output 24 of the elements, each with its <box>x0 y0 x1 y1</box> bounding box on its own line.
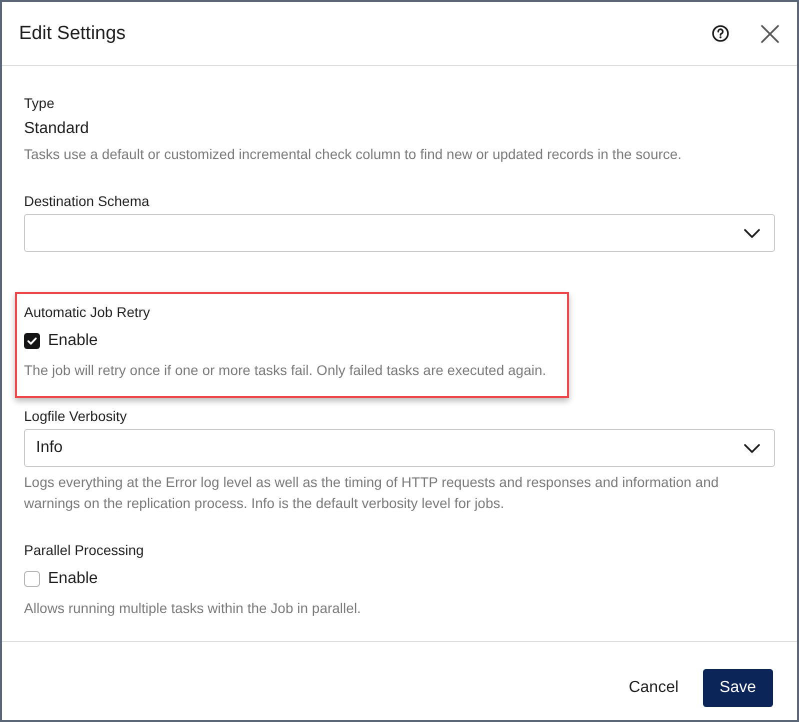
save-button[interactable]: Save <box>702 669 773 707</box>
field-label: Automatic Job Retry <box>24 303 150 321</box>
checkbox[interactable] <box>24 571 40 587</box>
select-field[interactable]: Info <box>24 429 775 467</box>
help-text: Logs everything at the Error log level as well as the timing of HTTP requests and responses and information and warnings on the replication process. Info is the default verbosity level for jobs. <box>24 473 720 513</box>
checkbox-label[interactable]: Enable <box>48 569 98 589</box>
field-label: Type <box>24 94 54 112</box>
field-label: Destination Schema <box>24 192 150 210</box>
close-icon[interactable] <box>761 24 779 42</box>
field-label: Parallel Processing <box>24 541 144 559</box>
help-text: The job will retry once if one or more tasks fail. Only failed tasks are executed again. <box>24 361 546 380</box>
help-icon[interactable] <box>712 25 729 42</box>
checkbox-label[interactable]: Enable <box>48 331 98 351</box>
chevron-down-icon <box>744 444 760 452</box>
chevron-down-icon <box>744 228 760 238</box>
select-field[interactable] <box>24 214 775 252</box>
dialog-title: Edit Settings <box>19 22 126 44</box>
select-value: Info <box>36 439 64 457</box>
help-text: Tasks use a default or customized incremental check column to find new or updated records in the source. <box>24 145 683 164</box>
checkbox[interactable] <box>24 333 40 349</box>
help-text: Allows running multiple tasks within the Job in parallel. <box>24 599 362 618</box>
cancel-button[interactable]: Cancel <box>628 669 679 707</box>
field-value: Standard <box>24 119 89 139</box>
field-label: Logfile Verbosity <box>24 407 127 425</box>
